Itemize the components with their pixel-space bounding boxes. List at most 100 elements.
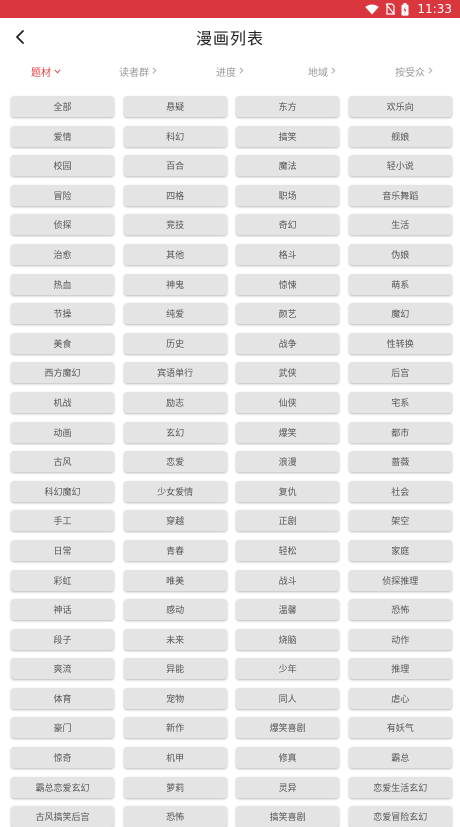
genre-tag[interactable]: 未来	[123, 628, 227, 650]
genre-tag[interactable]: 爽流	[11, 658, 114, 680]
genre-tag[interactable]: 战斗	[236, 569, 340, 591]
genre-tag[interactable]: 宠物	[123, 687, 227, 709]
genre-tag[interactable]: 社会	[348, 480, 452, 502]
genre-tag[interactable]: 少年	[236, 658, 340, 680]
genre-tag[interactable]: 全部	[11, 96, 114, 117]
genre-tag[interactable]: 感动	[123, 599, 227, 621]
genre-tag[interactable]: 性转换	[348, 332, 452, 354]
genre-tag[interactable]: 搞笑喜剧	[236, 806, 340, 827]
genre-tag[interactable]: 豪门	[11, 717, 114, 739]
genre-tag[interactable]: 爆笑	[236, 421, 340, 443]
genre-tag[interactable]: 穿越	[123, 510, 227, 532]
genre-tag[interactable]: 恐怖	[348, 599, 452, 621]
genre-tag[interactable]: 玄幻	[123, 421, 227, 443]
genre-tag[interactable]: 舰娘	[348, 125, 452, 147]
genre-tag[interactable]: 异能	[123, 658, 227, 680]
genre-tag[interactable]: 欢乐向	[348, 96, 452, 117]
genre-tag[interactable]: 魔幻	[348, 303, 452, 325]
genre-tag[interactable]: 新作	[123, 717, 227, 739]
genre-tag[interactable]: 侦探	[11, 214, 114, 236]
filter-tab-1[interactable]: 读者群	[92, 60, 184, 82]
genre-tag[interactable]: 魔法	[236, 155, 340, 177]
genre-tag[interactable]: 生活	[348, 214, 452, 236]
genre-tag[interactable]: 侦探推理	[348, 569, 452, 591]
genre-tag[interactable]: 颜艺	[236, 303, 340, 325]
genre-tag[interactable]: 爱情	[11, 125, 114, 147]
filter-tab-4[interactable]: 按受众	[368, 60, 460, 82]
genre-tag[interactable]: 体育	[11, 687, 114, 709]
genre-tag[interactable]: 职场	[236, 184, 340, 206]
genre-tag[interactable]: 动作	[348, 628, 452, 650]
genre-tag[interactable]: 宾语单行	[123, 362, 227, 384]
genre-tag[interactable]: 战争	[236, 332, 340, 354]
genre-tag[interactable]: 温馨	[236, 599, 340, 621]
back-button[interactable]	[6, 23, 34, 51]
genre-tag[interactable]: 武侠	[236, 362, 340, 384]
genre-tag[interactable]: 手工	[11, 510, 114, 532]
genre-tag[interactable]: 萌系	[348, 273, 452, 295]
genre-tag[interactable]: 复仇	[236, 480, 340, 502]
genre-tag[interactable]: 恋爱冒险玄幻	[348, 806, 452, 827]
genre-tag[interactable]: 有妖气	[348, 717, 452, 739]
genre-tag[interactable]: 校园	[11, 155, 114, 177]
genre-tag[interactable]: 轻松	[236, 539, 340, 561]
filter-tab-0[interactable]: 题材	[0, 60, 92, 82]
genre-tag[interactable]: 四格	[123, 184, 227, 206]
genre-tag[interactable]: 霸总	[348, 747, 452, 769]
genre-tag[interactable]: 古风搞笑后宫	[11, 806, 114, 827]
genre-tag[interactable]: 蔷薇	[348, 451, 452, 473]
genre-tag[interactable]: 浪漫	[236, 451, 340, 473]
genre-tag[interactable]: 纯爱	[123, 303, 227, 325]
genre-tag[interactable]: 热血	[11, 273, 114, 295]
genre-tag[interactable]: 轻小说	[348, 155, 452, 177]
genre-tag[interactable]: 治愈	[11, 243, 114, 265]
genre-tag[interactable]: 历史	[123, 332, 227, 354]
genre-tag[interactable]: 仙侠	[236, 391, 340, 413]
genre-tag[interactable]: 动画	[11, 421, 114, 443]
genre-tag[interactable]: 恐怖	[123, 806, 227, 827]
genre-tag[interactable]: 冒险	[11, 184, 114, 206]
genre-tag[interactable]: 竞技	[123, 214, 227, 236]
genre-tag[interactable]: 机战	[11, 391, 114, 413]
genre-tag[interactable]: 萝莉	[123, 776, 227, 798]
genre-tag[interactable]: 爆笑喜剧	[236, 717, 340, 739]
genre-tag[interactable]: 科幻	[123, 125, 227, 147]
genre-tag[interactable]: 灵异	[236, 776, 340, 798]
filter-tab-3[interactable]: 地域	[276, 60, 368, 82]
genre-tag[interactable]: 后宫	[348, 362, 452, 384]
genre-tag[interactable]: 节操	[11, 303, 114, 325]
genre-tag[interactable]: 宅系	[348, 391, 452, 413]
genre-tag[interactable]: 其他	[123, 243, 227, 265]
genre-tag[interactable]: 搞笑	[236, 125, 340, 147]
genre-tag[interactable]: 神话	[11, 599, 114, 621]
genre-tag[interactable]: 悬疑	[123, 96, 227, 117]
genre-tag[interactable]: 唯美	[123, 569, 227, 591]
genre-tag[interactable]: 百合	[123, 155, 227, 177]
genre-tag[interactable]: 青春	[123, 539, 227, 561]
genre-tag[interactable]: 西方魔幻	[11, 362, 114, 384]
genre-tag[interactable]: 日常	[11, 539, 114, 561]
genre-tag[interactable]: 家庭	[348, 539, 452, 561]
genre-tag[interactable]: 推理	[348, 658, 452, 680]
genre-tag[interactable]: 恋爱	[123, 451, 227, 473]
genre-tag[interactable]: 架空	[348, 510, 452, 532]
genre-tag[interactable]: 美食	[11, 332, 114, 354]
genre-tag[interactable]: 霸总恋爱玄幻	[11, 776, 114, 798]
genre-tag[interactable]: 少女爱情	[123, 480, 227, 502]
genre-tag[interactable]: 音乐舞蹈	[348, 184, 452, 206]
genre-tag[interactable]: 惊悚	[236, 273, 340, 295]
genre-tag[interactable]: 虐心	[348, 687, 452, 709]
genre-tag[interactable]: 机甲	[123, 747, 227, 769]
genre-tag[interactable]: 彩虹	[11, 569, 114, 591]
genre-tag[interactable]: 古风	[11, 451, 114, 473]
genre-tag[interactable]: 科幻魔幻	[11, 480, 114, 502]
genre-tag[interactable]: 东方	[236, 96, 340, 117]
genre-tag[interactable]: 恋爱生活玄幻	[348, 776, 452, 798]
genre-tag[interactable]: 修真	[236, 747, 340, 769]
genre-tag[interactable]: 奇幻	[236, 214, 340, 236]
genre-tag[interactable]: 正剧	[236, 510, 340, 532]
genre-tag[interactable]: 神鬼	[123, 273, 227, 295]
filter-tab-2[interactable]: 进度	[184, 60, 276, 82]
genre-tag[interactable]: 都市	[348, 421, 452, 443]
genre-tag[interactable]: 段子	[11, 628, 114, 650]
